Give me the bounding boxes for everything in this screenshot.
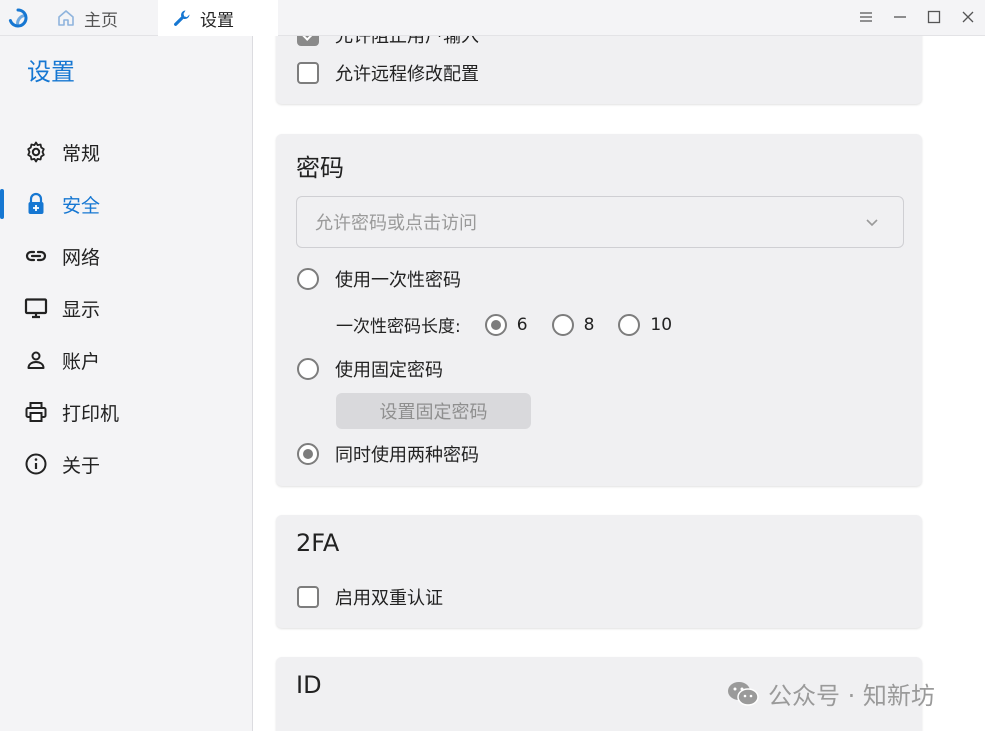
password-mode-select-value: 允许密码或点击访问 <box>315 213 477 234</box>
sidebar-item-label: 打印机 <box>62 402 120 425</box>
otp-length-option-8[interactable]: 8 <box>551 313 595 336</box>
info-icon <box>24 452 48 476</box>
tab-settings[interactable]: 设置 <box>158 0 278 36</box>
set-fixed-password-button[interactable]: 设置固定密码 <box>336 393 531 429</box>
sidebar-item-label: 关于 <box>62 454 101 477</box>
fixed-password-label: 使用固定密码 <box>335 360 443 381</box>
settings-content[interactable]: 允许阻止用户输入 允许远程修改配置 密码 允许密码或点击访问 使用一次性密码 一… <box>254 36 985 731</box>
sidebar-item-about[interactable]: 关于 <box>0 438 253 490</box>
otp-length-option-10[interactable]: 10 <box>618 313 673 336</box>
password-card-title: 密码 <box>296 154 344 182</box>
otp-length-label: 一次性密码长度: <box>336 317 461 337</box>
one-time-password-radio[interactable] <box>297 268 319 290</box>
remote-config-checkbox[interactable] <box>297 62 319 84</box>
tab-settings-label: 设置 <box>200 10 234 31</box>
sidebar-item-label: 网络 <box>62 246 101 269</box>
link-icon <box>24 244 48 268</box>
both-passwords-radio[interactable] <box>297 443 319 465</box>
fixed-password-radio[interactable] <box>297 358 319 380</box>
sidebar: 设置 常规 安全 网络 显示 账户 打印机 关于 <box>0 36 253 731</box>
sidebar-item-label: 账户 <box>62 350 101 373</box>
id-card-title: ID <box>296 671 322 699</box>
block-input-checkbox[interactable] <box>297 36 319 46</box>
tab-home[interactable]: 主页 <box>56 0 118 36</box>
sidebar-title: 设置 <box>27 58 75 86</box>
sidebar-item-label: 常规 <box>62 142 101 165</box>
printer-icon <box>24 400 48 424</box>
remote-config-label: 允许远程修改配置 <box>335 64 479 85</box>
otp-length-radio[interactable] <box>484 313 507 336</box>
chevron-down-icon <box>863 213 881 231</box>
enable-2fa-label: 启用双重认证 <box>335 588 443 609</box>
one-time-password-radio-row[interactable]: 使用一次性密码 <box>297 266 461 292</box>
sidebar-item-label: 安全 <box>62 194 101 217</box>
password-mode-select[interactable]: 允许密码或点击访问 <box>296 196 904 248</box>
otp-length-option-6[interactable]: 6 <box>484 313 528 336</box>
minimize-icon <box>893 9 907 28</box>
otp-length-radio[interactable] <box>551 313 574 336</box>
otp-length-value: 6 <box>516 314 528 335</box>
lock-icon <box>24 192 48 216</box>
otp-length-row: 一次性密码长度: 6 8 10 <box>336 312 672 337</box>
menu-icon <box>859 9 873 28</box>
otp-length-value: 10 <box>650 314 673 335</box>
menu-button[interactable] <box>849 0 883 36</box>
both-passwords-label: 同时使用两种密码 <box>335 445 479 466</box>
twofa-card-title: 2FA <box>296 529 340 557</box>
block-input-checkbox-row[interactable]: 允许阻止用户输入 <box>297 36 479 48</box>
app-logo-icon <box>8 8 28 28</box>
close-button[interactable] <box>951 0 985 36</box>
home-icon <box>56 8 76 28</box>
sidebar-item-general[interactable]: 常规 <box>0 126 253 178</box>
enable-2fa-checkbox[interactable] <box>297 586 319 608</box>
twofa-card: 2FA 启用双重认证 <box>276 515 922 628</box>
wechat-icon <box>726 679 760 709</box>
wrench-icon <box>172 8 192 28</box>
sidebar-nav: 常规 安全 网络 显示 账户 打印机 关于 <box>0 126 253 490</box>
enable-2fa-checkbox-row[interactable]: 启用双重认证 <box>297 584 443 610</box>
input-permissions-card: 允许阻止用户输入 允许远程修改配置 <box>276 36 922 104</box>
sidebar-item-account[interactable]: 账户 <box>0 334 253 386</box>
user-icon <box>24 348 48 372</box>
sidebar-item-display[interactable]: 显示 <box>0 282 253 334</box>
gear-icon <box>24 140 48 164</box>
otp-length-radio[interactable] <box>618 313 641 336</box>
fixed-password-radio-row[interactable]: 使用固定密码 <box>297 356 443 382</box>
tab-home-label: 主页 <box>84 10 118 31</box>
sidebar-item-printer[interactable]: 打印机 <box>0 386 253 438</box>
close-icon <box>961 9 975 28</box>
otp-length-value: 8 <box>583 314 595 335</box>
title-bar: 主页 设置 <box>0 0 985 36</box>
remote-config-checkbox-row[interactable]: 允许远程修改配置 <box>297 60 479 86</box>
both-passwords-radio-row[interactable]: 同时使用两种密码 <box>297 441 479 467</box>
password-card: 密码 允许密码或点击访问 使用一次性密码 一次性密码长度: 6 8 10 使用固… <box>276 134 922 486</box>
sidebar-item-network[interactable]: 网络 <box>0 230 253 282</box>
monitor-icon <box>24 296 48 320</box>
watermark-text: 公众号 · 知新坊 <box>768 682 935 710</box>
one-time-password-label: 使用一次性密码 <box>335 270 461 291</box>
watermark: 公众号 · 知新坊 <box>726 676 935 711</box>
block-input-label: 允许阻止用户输入 <box>335 36 479 47</box>
sidebar-item-label: 显示 <box>62 298 101 321</box>
maximize-icon <box>927 9 941 28</box>
sidebar-item-security[interactable]: 安全 <box>0 178 253 230</box>
maximize-button[interactable] <box>917 0 951 36</box>
minimize-button[interactable] <box>883 0 917 36</box>
